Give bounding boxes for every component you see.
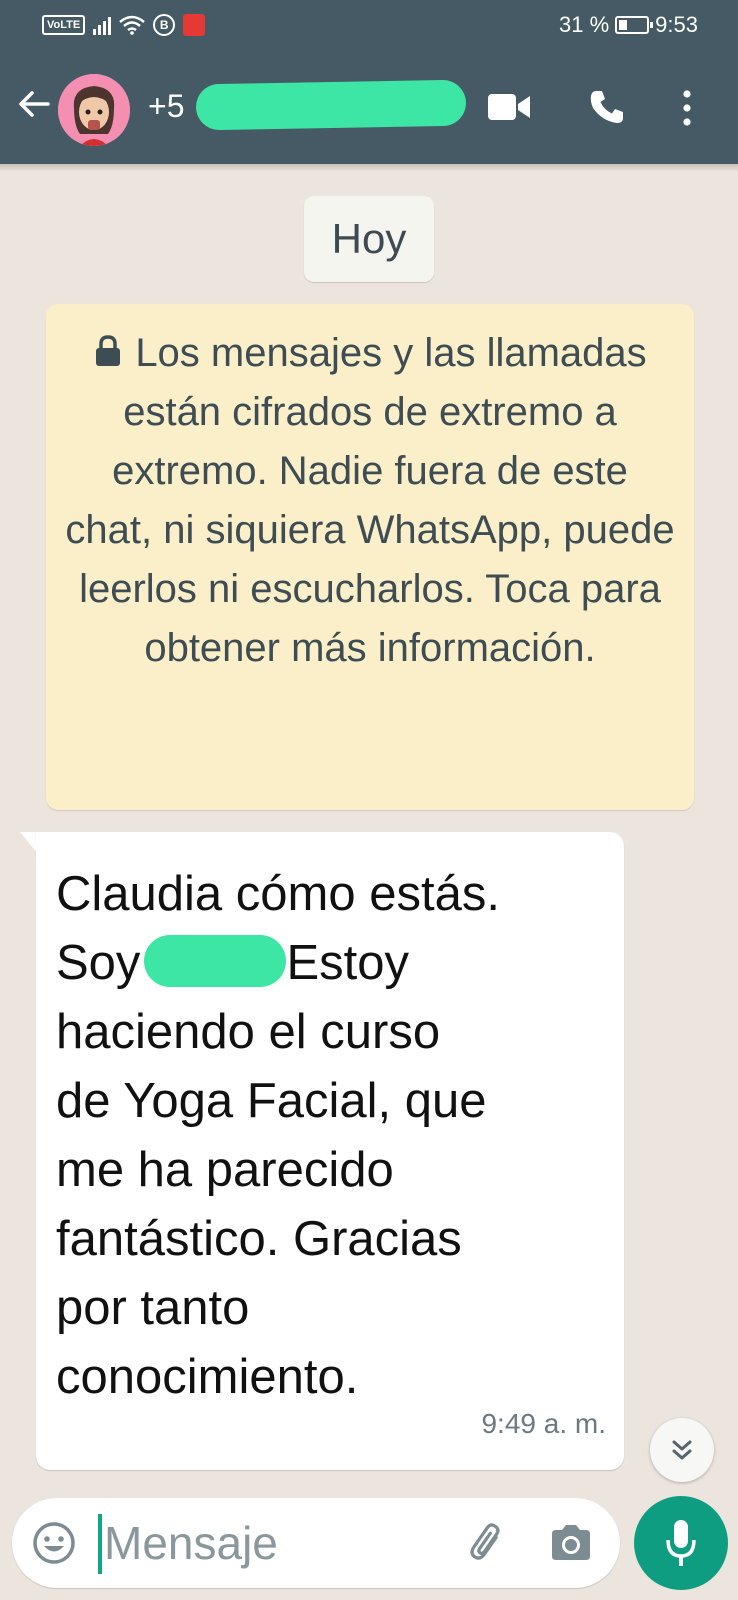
message-text: Estoy [286,936,409,990]
battery-icon [615,16,654,34]
double-chevron-down-icon [672,1440,692,1460]
camera-icon[interactable] [548,1522,594,1564]
contact-name[interactable]: +5 [148,88,184,125]
message-line: Claudia cómo estás. [56,867,500,921]
status-bar: VoLTE B 31 % 9:53 [0,0,738,52]
message-timestamp: 9:49 a. m. [481,1408,606,1439]
encryption-notice-text: Los mensajes y las llamadas están cifrad… [65,331,675,670]
contact-avatar[interactable] [58,74,130,146]
voice-message-button[interactable] [634,1496,728,1590]
video-call-icon[interactable] [486,92,532,122]
scroll-to-bottom-button[interactable] [650,1418,714,1482]
bluetooth-icon: B [153,14,176,36]
voice-call-icon[interactable] [588,88,626,126]
attach-icon[interactable] [464,1520,510,1566]
notification-app-icon [183,14,206,36]
microphone-icon [666,1520,696,1566]
encryption-notice[interactable]: Los mensajes y las llamadas están cifrad… [46,304,694,810]
lock-icon [96,335,121,366]
more-options-icon[interactable] [680,88,694,128]
clock: 9:53 [655,12,698,37]
back-arrow-icon[interactable] [14,84,54,124]
incoming-message[interactable]: Claudia cómo estás. Soy Estoy haciendo el… [36,832,624,1470]
message-input[interactable] [104,1510,444,1576]
message-body: haciendo el curso de Yoga Facial, que me… [56,1005,487,1404]
emoji-icon[interactable] [32,1521,76,1565]
text-caret [98,1514,102,1574]
message-line: Soy Estoy [56,929,608,998]
header-shadow [0,164,738,172]
signal-icon [93,15,112,35]
status-left-icons: VoLTE B [42,14,206,36]
redaction-mark [144,935,287,987]
message-text: Soy [56,936,141,990]
redaction-mark [195,79,467,131]
date-chip: Hoy [304,196,434,282]
chat-header: +5 [0,52,738,164]
battery-percentage: 31 % [559,12,610,37]
wifi-icon [119,15,146,35]
message-composer [12,1498,620,1588]
volte-badge: VoLTE [42,15,86,35]
status-right: 31 % 9:53 [559,12,698,38]
